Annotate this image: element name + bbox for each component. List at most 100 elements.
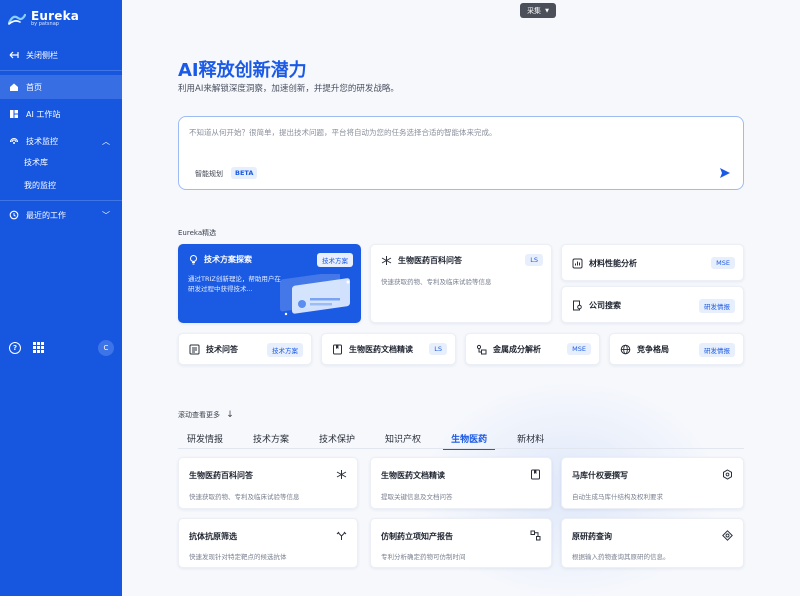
card-badge: LS (525, 254, 543, 266)
card-title: 技术方案探索 (204, 255, 252, 264)
card-company-search[interactable]: 公司搜索 研发情报 (561, 286, 744, 323)
sidebar-item-label: 首页 (26, 82, 42, 92)
tab-new-materials[interactable]: 新材料 (517, 432, 544, 445)
card-desc: 根据输入药物查询其原研的信息。 (572, 553, 670, 561)
chevron-down-icon: ﹀ (102, 210, 110, 220)
card-desc: 专利分析确定药物可仿制时间 (381, 553, 466, 561)
card-material-analysis[interactable]: 材料性能分析 MSE (561, 244, 744, 281)
sidebar-subitem-tech-library[interactable]: 技术库 (24, 157, 48, 168)
card-badge: 技术方案 (317, 253, 353, 267)
prompt-input[interactable]: 不知道从何开始？很简单，提出技术问题，平台将自动为您的任务选择合适的智能体来完成… (178, 116, 744, 190)
scroll-hint-label: 滚动查看更多 (178, 411, 220, 419)
card-title: 金属成分解析 (493, 345, 541, 354)
tab-ip[interactable]: 知识产权 (385, 432, 421, 445)
collapse-label: 关闭侧栏 (26, 50, 58, 60)
card-title: 仿制药立项知产报告 (381, 532, 453, 541)
sidebar-item-recent[interactable]: 最近的工作 ﹀ (0, 203, 122, 227)
card-badge: LS (429, 343, 447, 355)
sidebar-item-ai-workstation[interactable]: AI 工作站 (0, 102, 122, 126)
card-biomed-doc-read[interactable]: 生物医药文档精读 LS (321, 333, 456, 365)
feature-illustration (280, 274, 350, 316)
tool-card-antibody-screen[interactable]: 抗体抗原筛选 快速发现针对特定靶点的候选抗体 (178, 518, 358, 568)
sidebar-divider (0, 70, 122, 71)
tabs-divider (178, 448, 744, 449)
logo[interactable]: Eureka by patsnap (8, 9, 79, 28)
sidebar-item-label: 技术监控 (26, 136, 58, 146)
sidebar-subitem-my-monitor[interactable]: 我的监控 (24, 180, 56, 191)
sidebar-footer: ? C (9, 340, 114, 356)
sidebar-item-tech-monitor[interactable]: 技术监控 ︿ (0, 129, 122, 153)
tab-rd-intel[interactable]: 研发情报 (187, 432, 223, 445)
caret-down-icon: ▼ (545, 7, 549, 14)
card-title: 原研药查询 (572, 532, 612, 541)
card-title: 生物医药百科问答 (189, 471, 253, 480)
flow-icon (530, 530, 541, 541)
card-biomed-qa[interactable]: 生物医药百科问答 LS 快速获取药物、专利及临床试验等信息 (370, 244, 552, 323)
card-title: 生物医药文档精读 (349, 345, 413, 354)
smart-planning-toggle[interactable]: 智能规划 (195, 169, 223, 179)
home-icon (9, 82, 19, 92)
eureka-logo-icon (8, 13, 26, 25)
category-tabs: 研发情报 技术方案 技术保护 知识产权 生物医药 新材料 (187, 432, 574, 450)
scroll-hint: 滚动查看更多 ↓ (178, 410, 234, 420)
collapse-sidebar-button[interactable]: 关闭侧栏 (0, 43, 122, 67)
card-badge: 研发情报 (699, 343, 735, 357)
card-title: 生物医药文档精读 (381, 471, 445, 480)
molecule-icon (336, 470, 347, 479)
help-icon[interactable]: ? (9, 342, 21, 354)
card-title: 抗体抗原筛选 (189, 532, 237, 541)
recent-icon (9, 210, 19, 220)
chart-box-icon (572, 258, 583, 269)
tab-tech-protection[interactable]: 技术保护 (319, 432, 355, 445)
card-desc: 快速获取药物、专利及临床试验等信息 (189, 493, 300, 501)
tool-card-markush-claims[interactable]: 马库什权要撰写 自动生成马库什结构及权利要求 (561, 457, 744, 509)
prompt-placeholder: 不知道从何开始？很简单，提出技术问题，平台将自动为您的任务选择合适的智能体来完成… (189, 128, 497, 137)
card-title: 材料性能分析 (589, 259, 637, 268)
bookmark-doc-icon (531, 469, 540, 480)
card-badge: MSE (711, 257, 735, 269)
sidebar-divider (0, 200, 122, 201)
tab-biomed[interactable]: 生物医药 (443, 432, 496, 450)
beta-badge: BETA (231, 167, 258, 179)
card-desc: 提取关键信息及文档问答 (381, 493, 453, 501)
sidebar-item-label: 最近的工作 (26, 210, 66, 220)
card-tech-qa[interactable]: 技术问答 技术方案 (178, 333, 312, 365)
collapse-icon (9, 50, 19, 60)
alloy-icon (476, 344, 487, 355)
apps-grid-icon[interactable] (33, 342, 44, 353)
tool-card-originator-drug[interactable]: 原研药查询 根据输入药物查询其原研的信息。 (561, 518, 744, 568)
card-title: 马库什权要撰写 (572, 471, 628, 480)
tool-card-biomed-qa[interactable]: 生物医药百科问答 快速获取药物、专利及临床试验等信息 (178, 457, 358, 509)
app-sub: by patsnap (31, 21, 59, 28)
capture-label: 采集 (527, 6, 542, 15)
avatar[interactable]: C (98, 340, 114, 356)
capture-button[interactable]: 采集 ▼ (520, 3, 556, 18)
arrow-down-icon: ↓ (226, 410, 234, 420)
card-desc: 自动生成马库什结构及权利要求 (572, 493, 663, 501)
card-desc: 通过TRIZ创新理论，帮助用户在研发过程中获得技术... (188, 275, 281, 293)
workstation-icon (9, 109, 19, 119)
lightbulb-icon (190, 255, 197, 265)
card-title: 技术问答 (206, 345, 238, 354)
sidebar-item-home[interactable]: 首页 (0, 75, 122, 99)
card-competition-landscape[interactable]: 竞争格局 研发情报 (609, 333, 744, 365)
globe-icon (620, 344, 631, 355)
card-badge: 技术方案 (267, 343, 303, 357)
chevron-up-icon: ︿ (102, 136, 110, 146)
hexagon-icon (723, 469, 732, 480)
qa-doc-icon (189, 344, 200, 355)
document-search-icon (573, 300, 582, 311)
card-badge: 研发情报 (699, 299, 735, 313)
tool-card-biomed-doc-read[interactable]: 生物医药文档精读 提取关键信息及文档问答 (370, 457, 552, 509)
card-tech-solution-explore[interactable]: 技术方案探索 技术方案 通过TRIZ创新理论，帮助用户在研发过程中获得技术... (178, 244, 361, 323)
page-subtitle: 利用AI来解锁深度洞察，加速创新，并提升您的研发战略。 (178, 84, 399, 94)
monitor-icon (9, 136, 19, 146)
molecule-icon (381, 256, 392, 265)
card-title: 竞争格局 (637, 345, 669, 354)
diamond-target-icon (722, 530, 733, 541)
card-metal-analysis[interactable]: 金属成分解析 MSE (465, 333, 600, 365)
send-icon[interactable] (719, 167, 731, 179)
tool-card-generic-ip-report[interactable]: 仿制药立项知产报告 专利分析确定药物可仿制时间 (370, 518, 552, 568)
page-title: AI释放创新潜力 (178, 60, 307, 81)
tab-tech-solution[interactable]: 技术方案 (253, 432, 289, 445)
